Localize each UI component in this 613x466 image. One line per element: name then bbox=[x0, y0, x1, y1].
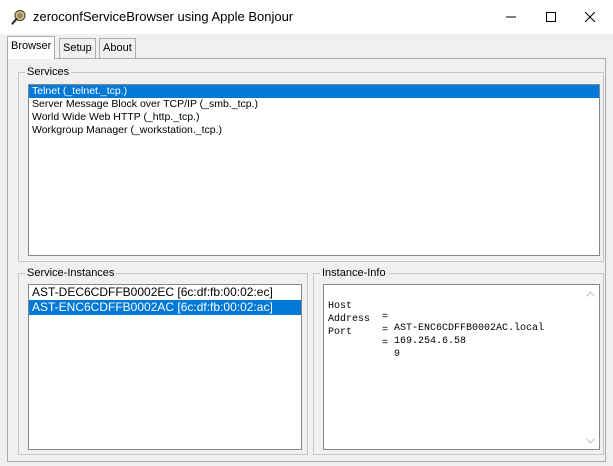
instance-item[interactable]: AST-ENC6CDFFB0002AC [6c:df:fb:00:02:ac] bbox=[29, 300, 301, 315]
title-bar[interactable]: zeroconfServiceBrowser using Apple Bonjo… bbox=[0, 0, 613, 34]
close-button[interactable] bbox=[567, 0, 613, 34]
info-scrollbar[interactable] bbox=[582, 285, 599, 449]
maximize-icon bbox=[546, 12, 556, 22]
info-row-port: Port = 9 bbox=[328, 316, 400, 371]
info-key: Port bbox=[328, 327, 353, 338]
service-item-smb[interactable]: Server Message Block over TCP/IP (_smb._… bbox=[29, 98, 599, 111]
minimize-icon bbox=[506, 16, 516, 18]
window-title: zeroconfServiceBrowser using Apple Bonjo… bbox=[33, 9, 294, 24]
magnifier-icon bbox=[11, 9, 27, 25]
chevron-up-icon bbox=[586, 290, 595, 297]
instance-item[interactable]: AST-DEC6CDFFB0002EC [6c:df:fb:00:02:ec] bbox=[29, 285, 301, 300]
tab-about[interactable]: About bbox=[99, 38, 136, 58]
instance-info-textarea[interactable]: Host = AST-ENC6CDFFB0002AC.local Address… bbox=[323, 284, 600, 450]
info-value: 9 bbox=[394, 349, 401, 360]
tab-bar: Browser Setup About bbox=[0, 34, 613, 60]
close-icon bbox=[585, 12, 595, 22]
info-value: AST-ENC6CDFFB0002AC.local bbox=[394, 323, 545, 334]
chevron-down-icon bbox=[586, 437, 595, 444]
service-item-workstation[interactable]: Workgroup Manager (_workstation._tcp.) bbox=[29, 124, 599, 137]
scroll-up-button[interactable] bbox=[582, 285, 599, 302]
instances-list[interactable]: AST-DEC6CDFFB0002EC [6c:df:fb:00:02:ec] … bbox=[28, 284, 302, 450]
info-eq: = bbox=[382, 312, 389, 323]
info-eq: = bbox=[382, 325, 389, 336]
services-group-title: Services bbox=[25, 65, 72, 79]
tab-browser[interactable]: Browser bbox=[7, 36, 56, 59]
instance-info-group-title: Instance-Info bbox=[320, 266, 388, 280]
instances-group-title: Service-Instances bbox=[25, 266, 117, 280]
service-item-http[interactable]: World Wide Web HTTP (_http._tcp.) bbox=[29, 111, 599, 124]
scroll-down-button[interactable] bbox=[582, 432, 599, 449]
info-value: 169.254.6.58 bbox=[394, 336, 467, 347]
app-window: zeroconfServiceBrowser using Apple Bonjo… bbox=[0, 0, 613, 466]
services-list[interactable]: Telnet (_telnet._tcp.) Server Message Bl… bbox=[28, 84, 600, 256]
tab-setup[interactable]: Setup bbox=[59, 38, 96, 58]
service-item-telnet[interactable]: Telnet (_telnet._tcp.) bbox=[29, 85, 599, 98]
info-eq: = bbox=[382, 338, 389, 349]
